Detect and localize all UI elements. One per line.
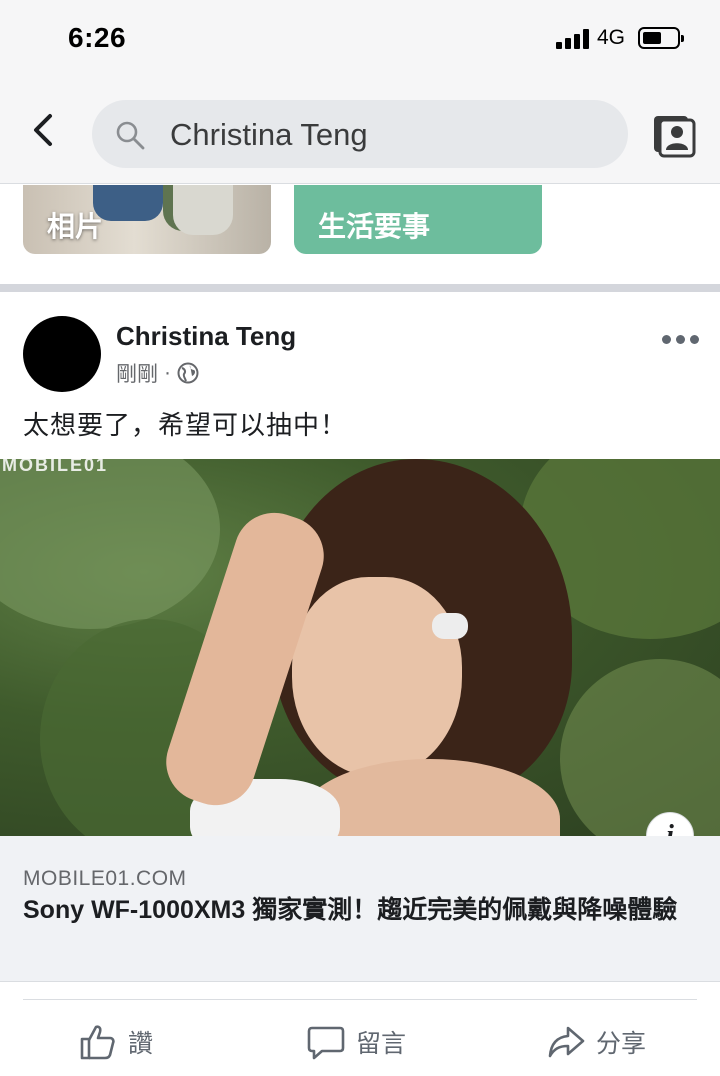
signal-strength-icon: [556, 29, 590, 49]
share-button[interactable]: 分享: [546, 1020, 646, 1064]
avatar[interactable]: [23, 316, 101, 392]
link-domain: MOBILE01.COM: [23, 867, 187, 890]
network-type: 4G: [597, 26, 626, 49]
profile-card-icon: [654, 116, 696, 158]
back-button[interactable]: [24, 110, 64, 150]
meta-separator: ·: [164, 361, 171, 384]
post-author[interactable]: Christina Teng: [116, 321, 296, 352]
photo-watermark: MOBILE01: [2, 459, 109, 475]
share-label: 分享: [596, 1030, 647, 1058]
post-time[interactable]: 剛剛: [116, 358, 158, 388]
tile-life-events[interactable]: 生活要事: [294, 185, 542, 254]
status-time: 6:26: [68, 22, 127, 53]
section-separator: [0, 284, 720, 292]
like-label: 讚: [128, 1030, 154, 1058]
chevron-left-icon: [34, 114, 52, 146]
tile-photos[interactable]: 相片: [23, 185, 271, 254]
link-card[interactable]: MOBILE01.COM Sony WF-1000XM3 獨家實測！趨近完美的佩…: [0, 836, 720, 982]
profile-button[interactable]: [650, 110, 698, 158]
like-button[interactable]: 讚: [78, 1020, 153, 1064]
search-header: Christina Teng: [0, 72, 720, 184]
battery-icon: [638, 27, 684, 49]
profile-shortcut-tiles: 相片 生活要事: [0, 185, 720, 285]
search-query: Christina Teng: [170, 117, 368, 152]
post-text: 太想要了，希望可以抽中！: [23, 410, 348, 440]
comment-icon: [307, 1026, 345, 1060]
tile-life-events-label: 生活要事: [318, 211, 431, 242]
search-icon: [116, 121, 145, 150]
thumbs-up-icon: [80, 1025, 115, 1060]
post-options-button[interactable]: [662, 333, 700, 347]
link-title: Sony WF-1000XM3 獨家實測！趨近完美的佩戴與降噪體驗: [23, 896, 678, 924]
share-icon: [548, 1026, 585, 1058]
actions-divider: [23, 999, 697, 1000]
globe-icon: [177, 362, 199, 384]
comment-button[interactable]: 留言: [306, 1020, 406, 1064]
link-preview-image[interactable]: MOBILE01: [0, 459, 720, 836]
tile-photos-label: 相片: [47, 211, 104, 242]
comment-label: 留言: [356, 1030, 407, 1058]
post-meta: 剛剛 ·: [116, 358, 199, 388]
search-input[interactable]: Christina Teng: [92, 100, 628, 168]
status-bar: 6:26 4G: [0, 0, 720, 72]
